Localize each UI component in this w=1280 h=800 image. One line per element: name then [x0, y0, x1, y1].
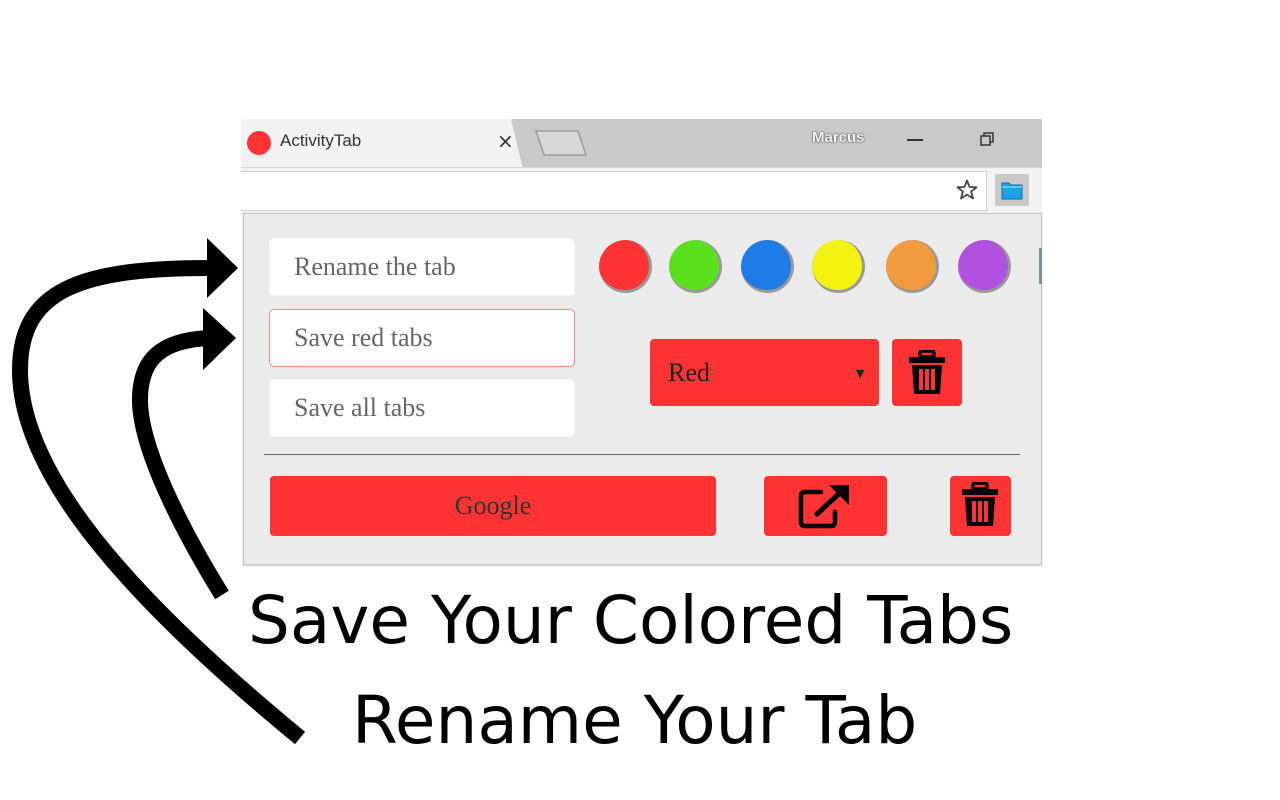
- arrowhead-save: [203, 308, 236, 370]
- caption-line1: Save Your Colored Tabs: [248, 582, 1014, 659]
- arrow-to-save-icon: [131, 330, 229, 600]
- caption-line2: Rename Your Tab: [352, 682, 918, 759]
- arrowhead-rename: [207, 238, 238, 298]
- arrow-to-rename-icon: [11, 260, 306, 745]
- annotation-arrows: [11, 238, 306, 745]
